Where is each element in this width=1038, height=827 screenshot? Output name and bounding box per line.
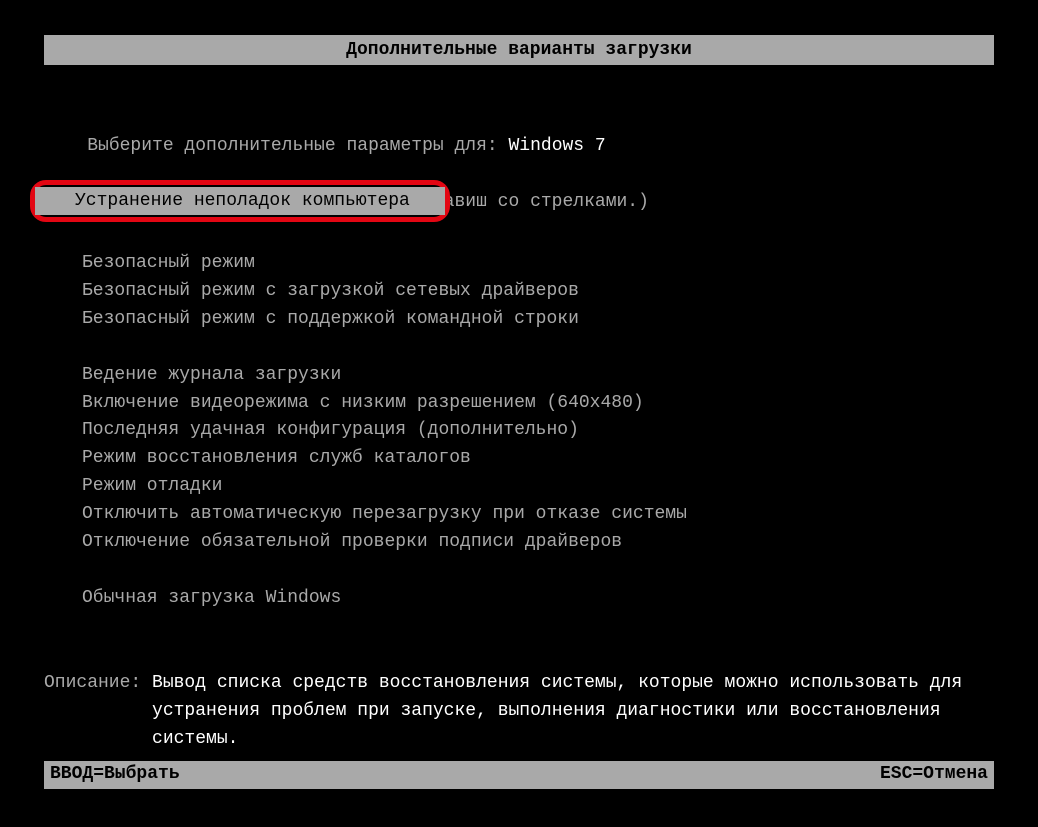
menu-item-safe-mode-net[interactable]: Безопасный режим с загрузкой сетевых дра… bbox=[82, 278, 994, 306]
header-bar: Дополнительные варианты загрузки bbox=[44, 35, 994, 65]
footer-esc: ESC=Отмена bbox=[880, 761, 988, 789]
menu-item-safe-mode[interactable]: Безопасный режим bbox=[82, 250, 994, 278]
prompt-prefix: Выберите дополнительные параметры для: bbox=[87, 136, 508, 156]
description-block: Описание: Вывод списка средств восстанов… bbox=[44, 670, 994, 754]
menu-item-last-known-good[interactable]: Последняя удачная конфигурация (дополнит… bbox=[82, 417, 994, 445]
menu-item-ds-restore[interactable]: Режим восстановления служб каталогов bbox=[82, 445, 994, 473]
menu-item-boot-log[interactable]: Ведение журнала загрузки bbox=[82, 362, 994, 390]
prompt-line1: Выберите дополнительные параметры для: W… bbox=[44, 105, 994, 189]
header-title: Дополнительные варианты загрузки bbox=[346, 40, 692, 60]
menu-item-disable-driver-sig[interactable]: Отключение обязательной проверки подписи… bbox=[82, 529, 994, 557]
description-text: Вывод списка средств восстановления сист… bbox=[152, 670, 994, 754]
menu-item-repair[interactable]: Устранение неполадок компьютера bbox=[35, 187, 445, 215]
footer-bar: ВВОД=Выбрать ESC=Отмена bbox=[44, 761, 994, 789]
menu-item-safe-mode-cmd[interactable]: Безопасный режим с поддержкой командной … bbox=[82, 306, 994, 334]
os-name: Windows 7 bbox=[509, 136, 606, 156]
footer-enter: ВВОД=Выбрать bbox=[50, 761, 180, 789]
description-label: Описание: bbox=[44, 670, 152, 754]
menu-item-disable-auto-restart[interactable]: Отключить автоматическую перезагрузку пр… bbox=[82, 501, 994, 529]
selected-highlight: Устранение неполадок компьютера bbox=[30, 180, 450, 222]
menu-item-low-res[interactable]: Включение видеорежима с низким разрешени… bbox=[82, 390, 994, 418]
menu-item-debug[interactable]: Режим отладки bbox=[82, 473, 994, 501]
menu-item-normal-boot[interactable]: Обычная загрузка Windows bbox=[82, 585, 994, 613]
boot-menu: Безопасный режим Безопасный режим с загр… bbox=[82, 250, 994, 613]
